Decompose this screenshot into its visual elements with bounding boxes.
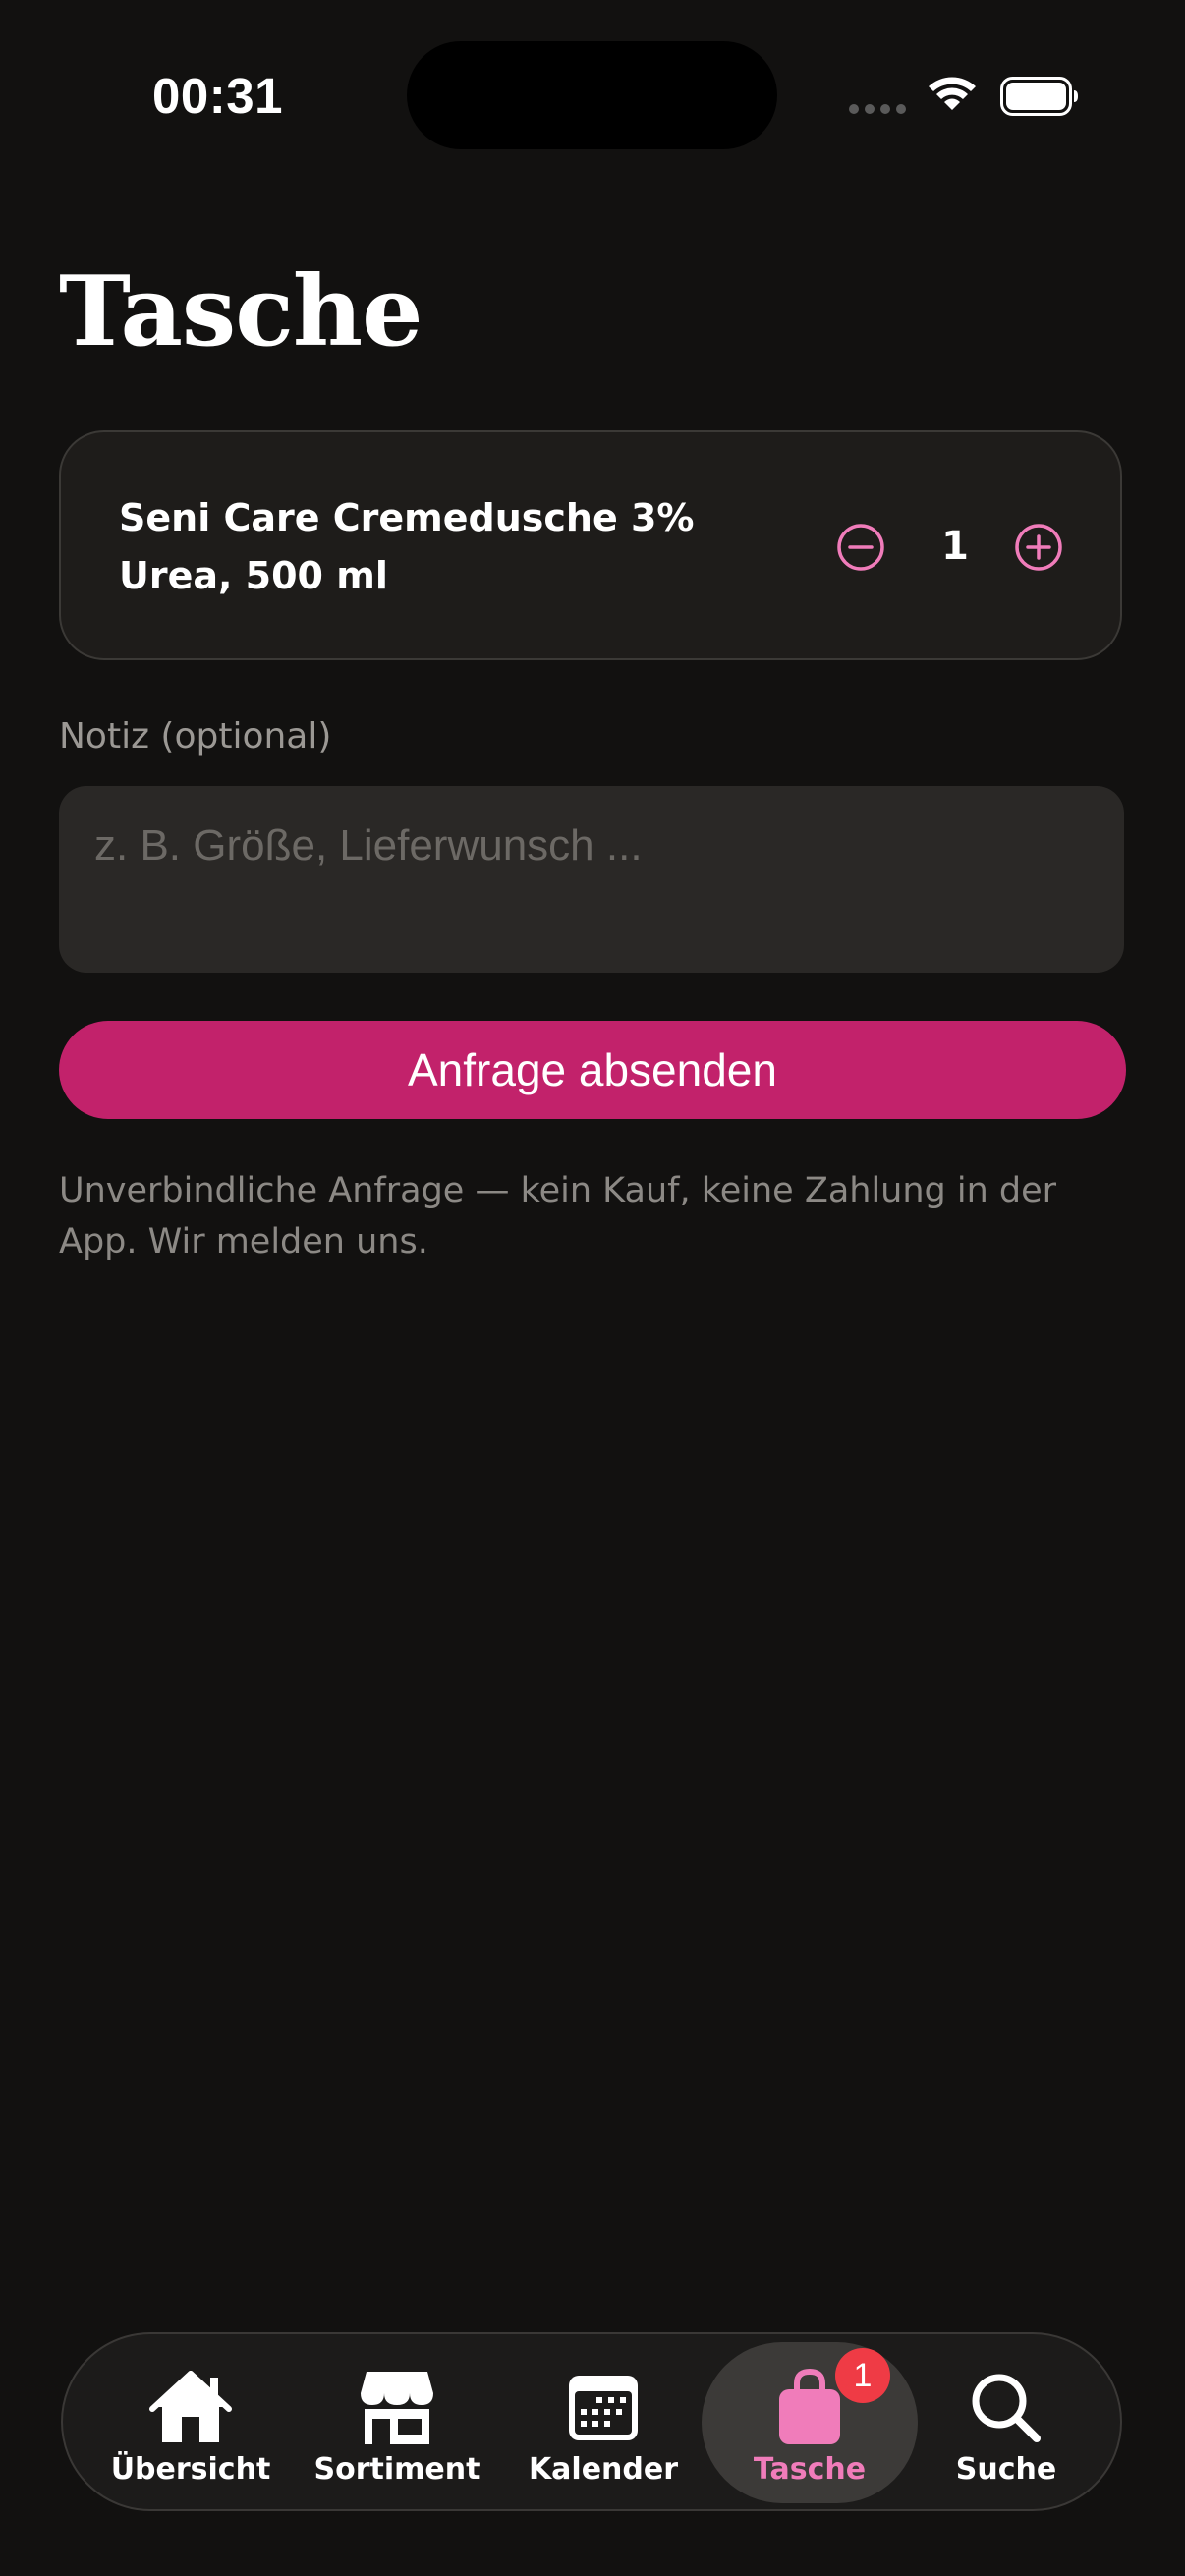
- dynamic-island: [407, 41, 777, 149]
- page-title: Tasche: [59, 255, 423, 368]
- quantity-value: 1: [941, 524, 969, 569]
- house-icon: [149, 2371, 232, 2442]
- note-field[interactable]: [59, 786, 1124, 973]
- tab-label-search: Suche: [955, 2452, 1057, 2487]
- bag-count-badge: 1: [835, 2348, 890, 2403]
- wifi-icon: [929, 77, 976, 110]
- cart-item-card: Seni Care Cremedusche 3% Urea, 500 ml 1: [59, 430, 1122, 660]
- cart-item-name: Seni Care Cremedusche 3% Urea, 500 ml: [119, 496, 695, 597]
- search-icon: [972, 2374, 1041, 2442]
- storefront-icon: [361, 2372, 433, 2444]
- decrease-quantity-button[interactable]: [836, 523, 885, 572]
- status-time: 00:31: [152, 68, 283, 124]
- tab-search[interactable]: Suche: [918, 2334, 1095, 2509]
- tab-label-assortment: Sortiment: [313, 2452, 480, 2487]
- submit-request-button[interactable]: Anfrage absenden: [59, 1021, 1126, 1119]
- tab-assortment[interactable]: Sortiment: [309, 2334, 485, 2509]
- battery-icon: [1000, 77, 1078, 116]
- disclaimer-text: Unverbindliche Anfrage — kein Kauf, kein…: [59, 1171, 1057, 1261]
- note-label: Notiz (optional): [59, 716, 332, 756]
- tab-bar: Übersicht Sortiment Kalender Tasche 1 Su…: [61, 2332, 1122, 2511]
- tab-overview[interactable]: Übersicht: [102, 2334, 279, 2509]
- tab-label-bag: Tasche: [753, 2452, 867, 2487]
- cellular-signal-icon: [849, 104, 906, 114]
- increase-quantity-button[interactable]: [1014, 523, 1063, 572]
- tab-label-overview: Übersicht: [110, 2452, 271, 2487]
- status-bar: 00:31: [0, 0, 1185, 187]
- tab-label-calendar: Kalender: [528, 2452, 679, 2487]
- tab-calendar[interactable]: Kalender: [515, 2334, 692, 2509]
- calendar-icon: [569, 2376, 638, 2440]
